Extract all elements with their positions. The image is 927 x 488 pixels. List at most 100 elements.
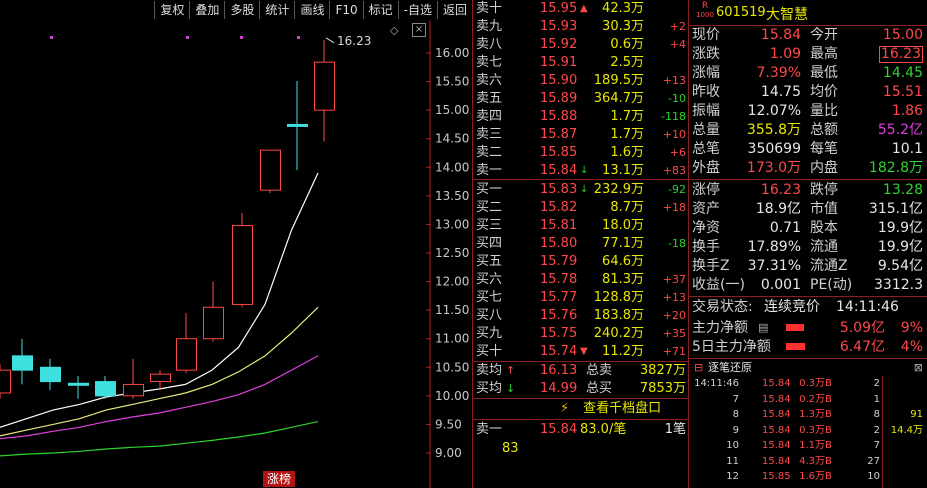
quote-value: 9.54亿 [877,258,923,274]
quote-label: 流通Z [810,258,848,274]
orderbook-row[interactable]: 买一 15.83 ↓ 232.9万 -92 [476,181,688,199]
chart-toolbar: 复权 叠加 多股 统计 画线 F10 标记 -自选 返回 [0,0,472,20]
level-volume: 81.3万 [602,272,644,287]
orderbook-row[interactable]: 买九 15.75 240.2万 +35 [476,325,688,343]
candle-body[interactable] [287,123,308,127]
orderbook-row[interactable]: 买三 15.81 18.0万 [476,217,688,235]
level-label: 卖八 [476,37,503,52]
net-flow-value: 6.47亿 [839,339,885,355]
ask1-label: 卖一 [476,422,503,437]
orderbook-row[interactable]: 买八 15.76 183.8万 +20 [476,307,688,325]
toolbar-button[interactable]: 画线 [294,1,329,19]
quote-value: 16.23 [760,182,801,198]
quote-value: 12.07% [747,103,801,119]
orderbook-row[interactable]: 卖三 15.87 1.7万 +10 [476,126,688,144]
tick-price: 15.84 [762,440,791,451]
orderbook-row[interactable]: 卖十 15.95 ▲ 42.3万 [476,0,688,18]
orderbook-row[interactable]: 买二 15.82 8.7万 +18 [476,199,688,217]
candle-body[interactable] [123,383,144,397]
orderbook-row[interactable]: 卖二 15.85 1.6万 +6 [476,144,688,162]
level-volume: 42.3万 [602,1,644,16]
orderbook-row[interactable]: 卖七 15.91 2.5万 [476,54,688,72]
lightning-icon: ⚡ [560,401,570,416]
quote-value: 17.89% [747,239,801,255]
close-icon[interactable]: × [412,23,426,37]
toolbar-button[interactable]: 返回 [436,1,472,19]
tick-time: 7 [732,393,739,405]
tick-volume: 0.2万 [799,393,825,405]
orderbook-row[interactable]: 卖八 15.92 0.6万 +4 [476,36,688,54]
tick-divider [882,376,883,488]
quote-label: 每笔 [810,141,838,157]
y-tick-label: 13.00 [435,217,469,231]
level-change: -118 [661,110,686,123]
level-change: +13 [662,291,686,304]
tick-time: 11 [726,455,739,467]
candle-body[interactable] [176,338,197,371]
quote-label: 市值 [810,201,838,217]
candle-body[interactable] [40,366,61,383]
avg-price: 16.13 [540,363,578,378]
orderbook-row[interactable]: 卖九 15.93 30.3万 +2 [476,18,688,36]
y-tick-label: 16.00 [435,46,469,60]
orderbook-row[interactable]: 买六 15.78 81.3万 +37 [476,271,688,289]
orderbook-row[interactable]: 买五 15.79 64.6万 [476,253,688,271]
candle-body[interactable] [12,355,33,371]
expand-icon[interactable]: ⊟ [694,361,703,375]
level-change: +2 [669,20,686,33]
toolbar-button[interactable]: 复权 [154,1,189,19]
level-label: 卖六 [476,73,503,88]
list-icon[interactable]: ▤ [758,319,768,337]
candle-body[interactable] [232,225,253,305]
candle-body[interactable] [68,382,89,386]
quote-value: 3312.3 [874,277,923,293]
candle-body[interactable] [260,149,281,191]
tick-side: B [825,440,832,451]
limit-up-tag[interactable]: 涨榜 [263,471,296,487]
toolbar-button[interactable]: -自选 [397,1,437,19]
quote-value: 7.39% [756,65,801,81]
quote-label: 股本 [810,220,838,236]
toolbar-button[interactable]: 叠加 [189,1,224,19]
quote-row: 换手 17.89% 流通 19.9亿 [692,238,925,256]
orderbook-row[interactable]: 卖四 15.88 1.7万 -118 [476,108,688,126]
kline-chart[interactable]: 16.00 15.50 15.00 14.50 14.00 13.50 13.00 12.50… [0,20,472,488]
tick-header[interactable]: ⊟ 逐笔还原 ⊠ [692,361,925,375]
level-change: +83 [662,164,686,177]
level-volume: 11.2万 [602,344,644,359]
toolbar-button[interactable]: 多股 [224,1,259,19]
candle-body[interactable] [150,373,171,383]
net-flow-row[interactable]: 5日主力净额 6.47亿 4% [692,338,925,356]
level-label: 买五 [476,254,503,269]
depth-view-button[interactable]: ⚡ 查看千档盘口 [560,400,686,418]
candle-body[interactable] [95,381,116,397]
orderbook-row[interactable]: 买七 15.77 128.8万 +13 [476,289,688,307]
level-label: 卖七 [476,55,503,70]
tick-row: 14:11:46 15.84 0.3万 B 2 [692,378,925,390]
arrow-icon: ▲ [580,3,588,14]
candle-body[interactable] [314,61,335,111]
tick-side: B [825,455,832,467]
quote-label: 内盘 [810,160,838,176]
tick-volume: 1.6万 [799,471,825,482]
avg-row: 卖均 ↑ 16.13 总卖 3827万 [476,362,688,380]
net-flow-pct: 4% [900,339,923,355]
diamond-icon[interactable]: ◇ [390,24,398,37]
toolbar-button[interactable]: 标记 [362,1,398,19]
orderbook-row[interactable]: 买十 15.74 ▼ 11.2万 +71 [476,343,688,361]
orderbook-row[interactable]: 卖一 15.84 ↓ 13.1万 +83 [476,162,688,180]
tick-row: 7 15.84 0.2万 B 1 [692,394,925,406]
toolbar-button[interactable]: 统计 [259,1,294,19]
level-label: 买十 [476,344,503,359]
orderbook-row[interactable]: 卖六 15.90 189.5万 +13 [476,72,688,90]
quote-row: 涨停 16.23 跌停 13.28 [692,181,925,199]
candle-body[interactable] [0,369,11,394]
candle-body[interactable] [203,306,224,340]
tick-volume: 0.3万 [799,424,825,436]
net-flow-row[interactable]: 主力净额 ▤ 5.09亿 9% [692,319,925,337]
level-price: 15.90 [540,73,578,88]
settings-icon[interactable]: ⊠ [914,361,923,375]
orderbook-row[interactable]: 买四 15.80 77.1万 -18 [476,235,688,253]
orderbook-row[interactable]: 卖五 15.89 364.7万 -10 [476,90,688,108]
toolbar-button[interactable]: F10 [329,1,362,19]
